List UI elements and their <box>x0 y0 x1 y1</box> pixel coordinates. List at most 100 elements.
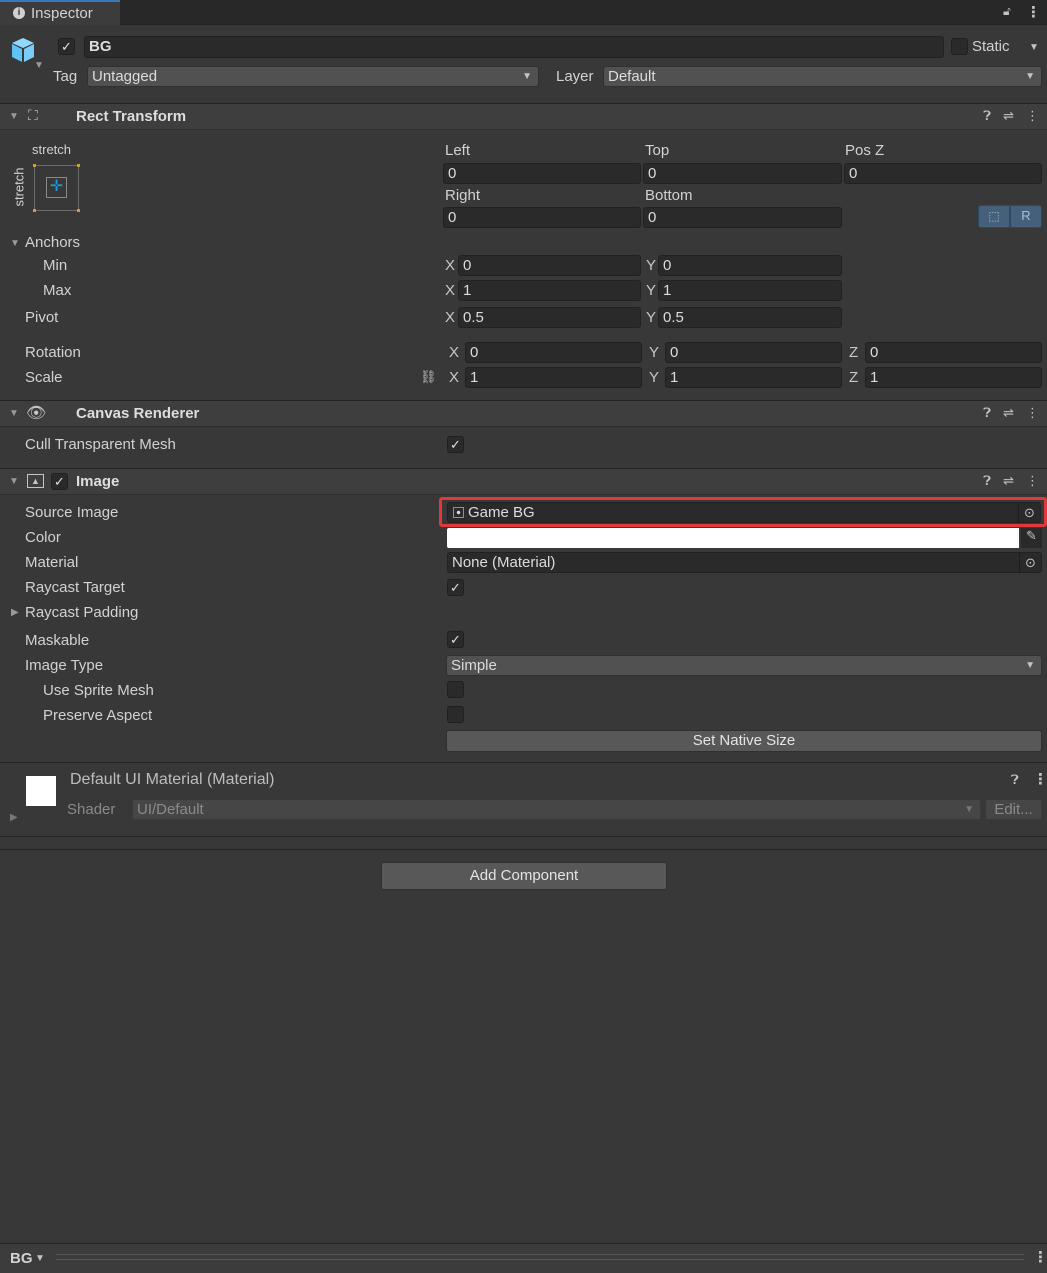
foldout-arrow[interactable]: ▼ <box>9 111 19 122</box>
max-x-field[interactable]: 1 <box>458 280 641 301</box>
more-icon[interactable]: ⋮ <box>1026 405 1039 421</box>
max-x-label[interactable]: X <box>445 282 455 300</box>
rotation-y-field[interactable]: 0 <box>665 342 842 363</box>
raycast-padding-label[interactable]: Raycast Padding <box>25 604 138 622</box>
top-field[interactable]: 0 <box>643 163 842 184</box>
more-icon[interactable]: ⋮ <box>1026 473 1039 489</box>
foldout-arrow[interactable]: ▼ <box>9 408 19 419</box>
icon-dropdown-arrow[interactable]: ▼ <box>34 60 44 71</box>
min-y-label[interactable]: Y <box>646 257 656 275</box>
image-header[interactable]: ▼ ▲ ✓ Image ❓︎ ⇌ ⋮ <box>0 468 1047 495</box>
pivot-y-label[interactable]: Y <box>646 309 656 327</box>
rotation-z-field[interactable]: 0 <box>865 342 1042 363</box>
color-field[interactable] <box>447 528 1019 548</box>
preset-icon[interactable]: ⇌ <box>1003 473 1014 489</box>
left-label: Left <box>445 142 471 159</box>
raw-edit-button[interactable]: R <box>1010 205 1042 228</box>
pivot-x-field[interactable]: 0.5 <box>458 307 641 328</box>
preset-icon[interactable]: ⇌ <box>1003 108 1014 124</box>
rotation-z-label[interactable]: Z <box>849 344 858 362</box>
pivot-label: Pivot <box>25 309 59 326</box>
add-component-button[interactable]: Add Component <box>381 862 667 890</box>
raycast-padding-foldout[interactable]: ▶ <box>11 607 19 618</box>
min-y-field[interactable]: 0 <box>658 255 842 276</box>
layer-dropdown[interactable]: Default ▼ <box>603 66 1042 87</box>
material-preview <box>26 776 56 806</box>
anchors-label[interactable]: Anchors <box>25 234 80 252</box>
rect-transform-icon: ⛶ <box>28 107 38 123</box>
preview-resize-handle[interactable] <box>56 1254 1024 1260</box>
source-image-field[interactable]: Game BG ⊙ <box>447 502 1041 523</box>
use-sprite-mesh-checkbox[interactable] <box>447 681 464 698</box>
pivot-y-field[interactable]: 0.5 <box>658 307 842 328</box>
tab-inspector[interactable]: i Inspector <box>0 0 120 25</box>
static-checkbox[interactable] <box>951 38 968 55</box>
max-y-field[interactable]: 1 <box>658 280 842 301</box>
shader-dropdown[interactable]: UI/Default ▼ <box>132 799 981 820</box>
image-type-dropdown[interactable]: Simple ▼ <box>446 655 1042 676</box>
scale-z-label[interactable]: Z <box>849 369 858 387</box>
anchors-foldout[interactable]: ▼ <box>10 238 20 249</box>
static-label: Static <box>972 38 1010 55</box>
more-icon[interactable]: ⋮ <box>1026 3 1041 21</box>
footer-bar: BG ▼ ⋮ <box>0 1243 1047 1273</box>
shader-value: UI/Default <box>137 801 204 818</box>
material-foldout[interactable]: ▶ <box>10 812 18 823</box>
help-icon[interactable]: ❓︎ <box>983 473 991 489</box>
more-icon[interactable]: ⋮ <box>1033 1248 1047 1266</box>
blueprint-mode-button[interactable]: ⬚ <box>978 205 1010 228</box>
anchor-preset-button[interactable]: ✛ <box>33 164 80 212</box>
scale-y-field[interactable]: 1 <box>665 367 842 388</box>
more-icon[interactable]: ⋮ <box>1026 108 1039 124</box>
divider <box>0 849 1047 850</box>
set-native-size-button[interactable]: Set Native Size <box>446 730 1042 752</box>
right-label: Right <box>445 187 481 204</box>
component-title: Image <box>76 473 120 490</box>
canvas-renderer-header[interactable]: ▼ 👁︎ Canvas Renderer ❓︎ ⇌ ⋮ <box>0 400 1047 427</box>
scale-x-label[interactable]: X <box>449 369 459 387</box>
layer-label: Layer <box>556 68 594 85</box>
rect-transform-header[interactable]: ▼ ⛶ Rect Transform ❓︎ ⇌ ⋮ <box>0 103 1047 130</box>
scale-x-field[interactable]: 1 <box>465 367 642 388</box>
help-icon[interactable]: ❓︎ <box>983 405 991 421</box>
bottom-field[interactable]: 0 <box>643 207 842 228</box>
posz-field[interactable]: 0 <box>844 163 1042 184</box>
help-icon[interactable]: ❓︎ <box>1011 772 1019 788</box>
foldout-arrow[interactable]: ▼ <box>9 476 19 487</box>
footer-object-label[interactable]: BG <box>10 1250 33 1268</box>
rotation-x-field[interactable]: 0 <box>465 342 642 363</box>
min-x-field[interactable]: 0 <box>458 255 641 276</box>
preset-icon[interactable]: ⇌ <box>1003 405 1014 421</box>
object-picker-icon[interactable]: ⊙ <box>1018 503 1040 522</box>
object-name-field[interactable]: BG <box>84 36 944 58</box>
more-icon[interactable]: ⋮ <box>1033 770 1047 788</box>
tag-dropdown[interactable]: Untagged ▼ <box>87 66 539 87</box>
static-dropdown-arrow[interactable]: ▼ <box>1029 42 1039 53</box>
posz-label: Pos Z <box>845 142 885 159</box>
help-icon[interactable]: ❓︎ <box>983 108 991 124</box>
eyedropper-icon[interactable]: ✎ <box>1021 528 1042 548</box>
right-field[interactable]: 0 <box>443 207 641 228</box>
material-field[interactable]: None (Material) ⊙ <box>447 552 1042 573</box>
raycast-target-checkbox[interactable]: ✓ <box>447 579 464 596</box>
scale-y-label[interactable]: Y <box>649 369 659 387</box>
max-y-label[interactable]: Y <box>646 282 656 300</box>
object-picker-icon[interactable]: ⊙ <box>1019 553 1041 572</box>
image-enabled-checkbox[interactable]: ✓ <box>51 473 68 490</box>
chevron-down-icon[interactable]: ▼ <box>35 1253 45 1264</box>
preserve-aspect-checkbox[interactable] <box>447 706 464 723</box>
min-x-label[interactable]: X <box>445 257 455 275</box>
rotation-x-label[interactable]: X <box>449 344 459 362</box>
active-checkbox[interactable]: ✓ <box>58 38 75 55</box>
cull-transparent-mesh-checkbox[interactable]: ✓ <box>447 436 464 453</box>
material-label: Material <box>25 554 79 571</box>
pivot-x-label[interactable]: X <box>445 309 455 327</box>
scale-z-field[interactable]: 1 <box>865 367 1042 388</box>
lock-icon[interactable]: 🔓︎ <box>1003 4 1011 19</box>
constrain-proportions-icon[interactable]: ⛓︎ <box>420 369 437 385</box>
tab-title: Inspector <box>31 5 93 22</box>
maskable-checkbox[interactable]: ✓ <box>447 631 464 648</box>
left-field[interactable]: 0 <box>443 163 641 184</box>
rotation-y-label[interactable]: Y <box>649 344 659 362</box>
edit-shader-button[interactable]: Edit... <box>985 799 1042 820</box>
